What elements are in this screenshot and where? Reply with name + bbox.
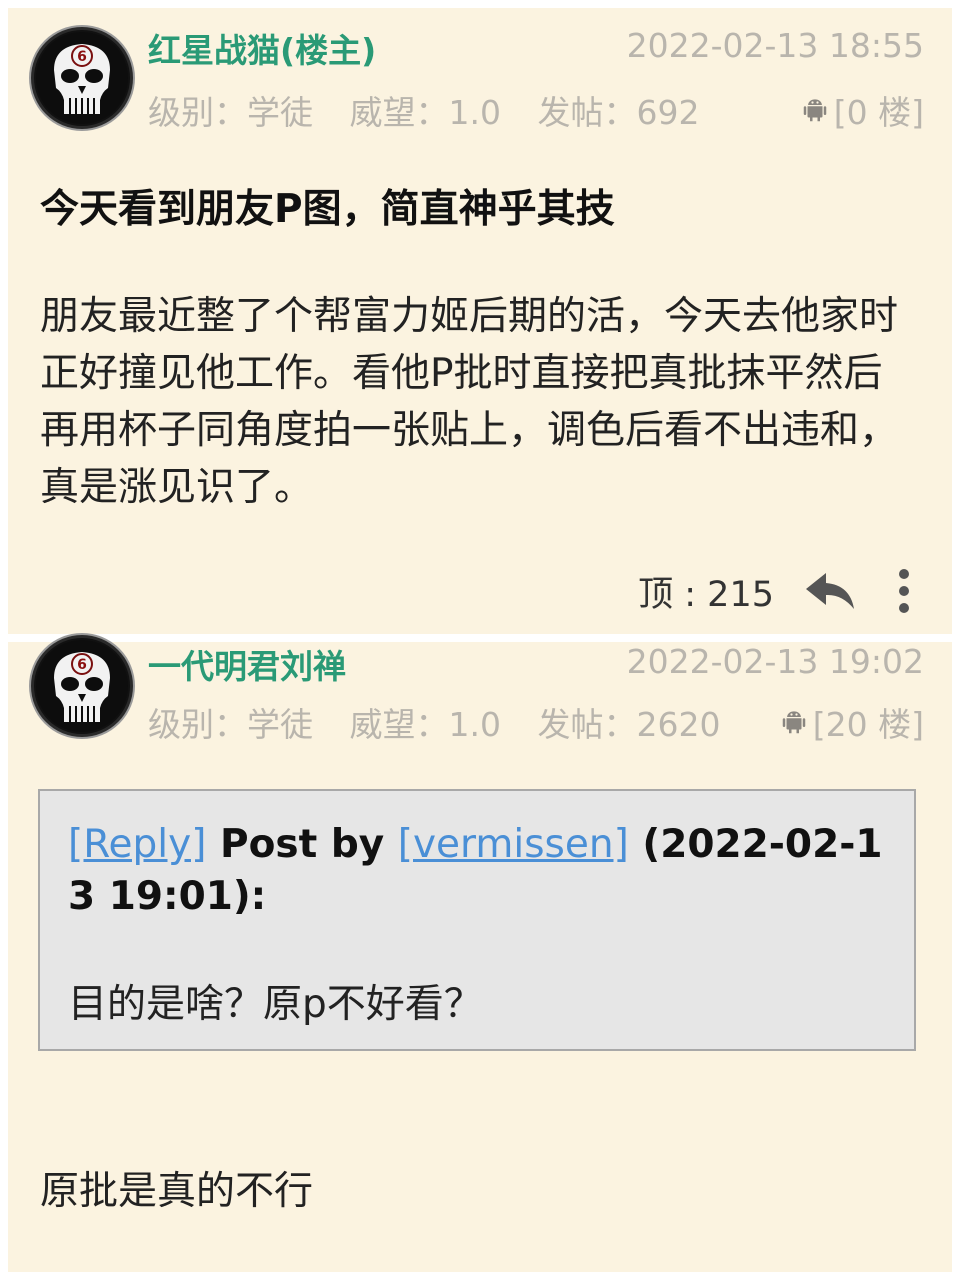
floor-number: [0 楼] (833, 93, 924, 132)
reply-icon[interactable] (804, 569, 856, 613)
more-options-icon[interactable] (896, 568, 912, 614)
punisher-skull-icon: 6 (36, 640, 128, 732)
punisher-skull-icon: 6 (36, 32, 128, 124)
post-card-reply: 6 一代明君刘禅 2022-02-13 19:02 级别：学徒 威望：1.0 发… (8, 638, 952, 1272)
android-icon (803, 99, 827, 122)
avatar-badge: 6 (77, 657, 87, 673)
user-prestige: 威望：1.0 (349, 93, 501, 132)
post-timestamp: 2022-02-13 19:02 (626, 642, 924, 681)
user-post-count: 发帖：692 (537, 93, 700, 132)
android-icon (782, 711, 806, 734)
avatar-badge: 6 (77, 49, 87, 65)
quote-header: [Reply] Post by [vermissen] (2022-02-13 … (68, 819, 888, 923)
floor-number: [20 楼] (812, 705, 924, 744)
quoted-author-link[interactable]: [vermissen] (398, 822, 629, 867)
post-by-label: Post by (206, 822, 398, 867)
user-meta: 级别：学徒 威望：1.0 发帖：692 (148, 86, 725, 134)
floor-indicator: [20 楼] (779, 698, 924, 746)
user-level: 级别：学徒 (148, 93, 313, 132)
quoted-text: 目的是啥？原p不好看？ (68, 982, 483, 1027)
post-title: 今天看到朋友P图，简直神乎其技 (40, 187, 615, 232)
user-prestige: 威望：1.0 (349, 705, 501, 744)
username[interactable]: 一代明君刘禅 (148, 640, 346, 688)
user-post-count: 发帖：2620 (537, 705, 721, 744)
user-meta: 级别：学徒 威望：1.0 发帖：2620 (148, 698, 746, 746)
user-level: 级别：学徒 (148, 705, 313, 744)
avatar[interactable]: 6 (34, 30, 130, 126)
reply-body: 原批是真的不行 (40, 1169, 314, 1214)
post-timestamp: 2022-02-13 18:55 (626, 26, 924, 65)
quote-block: [Reply] Post by [vermissen] (2022-02-13 … (38, 789, 916, 1051)
floor-indicator: [0 楼] (800, 86, 924, 134)
reply-link[interactable]: [Reply] (68, 822, 206, 867)
avatar[interactable]: 6 (34, 638, 130, 734)
post-card-op: 6 红星战猫(楼主) 2022-02-13 18:55 级别：学徒 威望：1.0… (8, 8, 952, 634)
upvote-count[interactable]: 顶 : 215 (638, 566, 774, 617)
post-actions: 顶 : 215 (638, 566, 912, 616)
post-body: 朋友最近整了个帮富力姬后期的活，今天去他家时正好撞见他工作。看他P批时直接把真批… (40, 294, 899, 510)
username[interactable]: 红星战猫(楼主) (148, 24, 376, 72)
